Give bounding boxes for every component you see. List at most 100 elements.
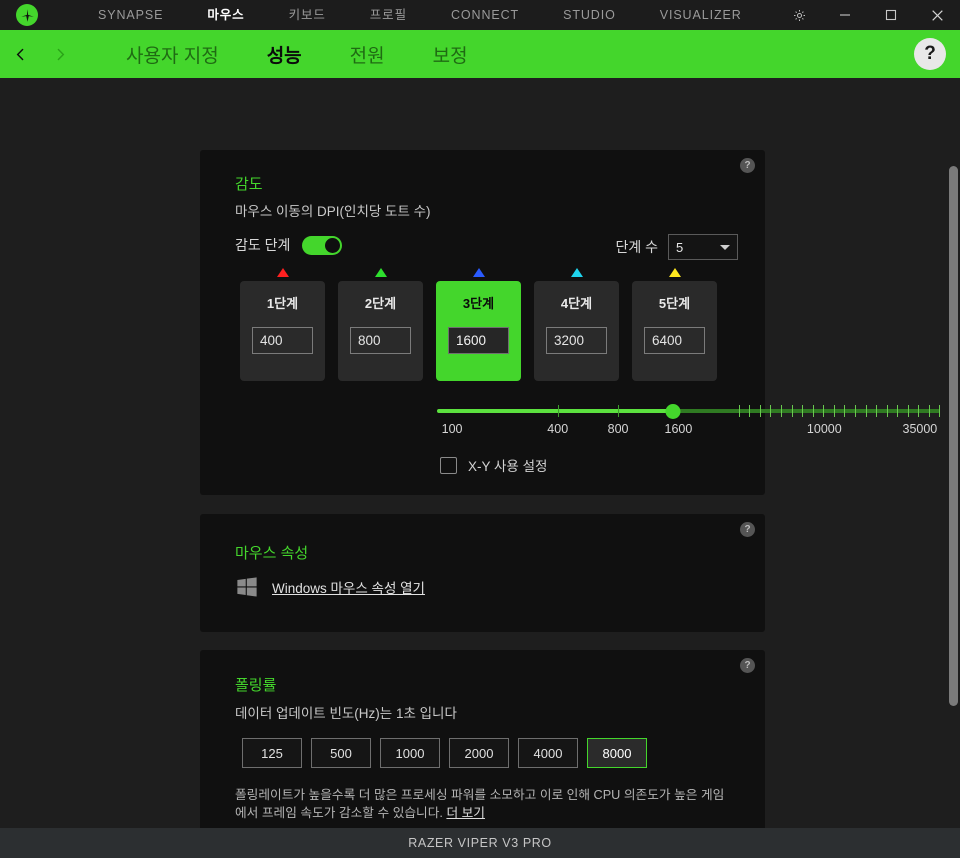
main-navigation: SYNAPSE 마우스 키보드 프로필 CONNECT STUDIO VISUA… (76, 0, 764, 30)
mouse-properties-help-icon[interactable]: ? (740, 522, 755, 537)
dpi-stage-card-3[interactable]: 3단계 1600 (436, 281, 521, 381)
dpi-slider-track[interactable] (437, 404, 940, 419)
polling-rate-title: 폴링률 (235, 677, 277, 694)
stage-count-label: 단계 수 (615, 239, 658, 255)
window-controls (776, 0, 960, 30)
nav-item-profile[interactable]: 프로필 (348, 0, 429, 30)
polling-rate-option-500[interactable]: 500 (311, 738, 371, 768)
help-button[interactable]: ? (914, 38, 946, 70)
dpi-stage-2: 2단계 800 (338, 268, 423, 381)
toggle-knob (325, 237, 341, 253)
mouse-properties-title: 마우스 속성 (235, 545, 309, 562)
dpi-slider-ticks (437, 405, 940, 417)
tab-power[interactable]: 전원 (326, 41, 409, 68)
polling-rate-panel: ? 폴링률 데이터 업데이트 빈도(Hz)는 1초 입니다 125 500 10… (200, 650, 765, 828)
sensitivity-help-icon[interactable]: ? (740, 158, 755, 173)
scrollbar-thumb[interactable] (949, 166, 958, 706)
nav-item-visualizer[interactable]: VISUALIZER (638, 0, 764, 30)
xy-sensitivity-checkbox[interactable] (440, 456, 457, 474)
chevron-left-icon[interactable] (0, 30, 40, 78)
dpi-stage-card-1[interactable]: 1단계 400 (240, 281, 325, 381)
dpi-slider-handle[interactable] (665, 404, 681, 419)
dpi-stage-1: 1단계 400 (240, 268, 325, 381)
dpi-stage-4: 4단계 3200 (534, 268, 619, 381)
device-tabs: 사용자 지정 성능 전원 보정 (102, 41, 492, 68)
dpi-stage-name: 5단계 (658, 296, 691, 311)
dpi-slider-labels: 100 400 800 1600 10000 35000 (437, 422, 940, 440)
dpi-stage-value-input[interactable]: 800 (350, 327, 411, 354)
sensitivity-subtitle: 마우스 이동의 DPI(인치당 도트 수) (235, 204, 431, 219)
nav-item-keyboard[interactable]: 키보드 (267, 0, 348, 30)
windows-mouse-properties-row[interactable]: Windows 마우스 속성 열기 (236, 576, 425, 598)
xy-sensitivity-checkbox-row[interactable]: X-Y 사용 설정 (440, 455, 547, 475)
dpi-slider-tick-label: 1600 (664, 422, 693, 436)
maximize-icon[interactable] (868, 0, 914, 30)
nav-item-connect[interactable]: CONNECT (429, 0, 541, 30)
polling-rate-note: 폴링레이트가 높을수록 더 많은 프로세싱 파워를 소모하고 이로 인해 CPU… (235, 786, 735, 823)
polling-rate-option-125[interactable]: 125 (242, 738, 302, 768)
sensitivity-stages-label: 감도 단계 (235, 237, 291, 253)
gear-icon[interactable] (776, 0, 822, 30)
tab-customize[interactable]: 사용자 지정 (102, 41, 243, 68)
dpi-stage-card-2[interactable]: 2단계 800 (338, 281, 423, 381)
polling-rate-option-4000[interactable]: 4000 (518, 738, 578, 768)
open-windows-mouse-properties-link[interactable]: Windows 마우스 속성 열기 (272, 577, 425, 597)
sensitivity-stages-toggle[interactable] (302, 235, 343, 255)
sensitivity-panel: ? 감도 마우스 이동의 DPI(인치당 도트 수) 감도 단계 단계 수 5 … (200, 150, 940, 495)
chevron-down-icon (720, 244, 730, 250)
content-scrollbar[interactable] (949, 78, 958, 828)
stage-count-row: 단계 수 5 (615, 234, 738, 260)
polling-rate-option-2000[interactable]: 2000 (449, 738, 509, 768)
polling-rate-help-icon[interactable]: ? (740, 658, 755, 673)
status-bar: RAZER VIPER V3 PRO (0, 828, 960, 858)
dpi-stage-name: 3단계 (462, 296, 495, 311)
xy-sensitivity-label: X-Y 사용 설정 (468, 459, 548, 474)
chevron-right-icon[interactable] (40, 30, 80, 78)
dpi-slider: 100 400 800 1600 10000 35000 (437, 404, 940, 440)
stage-marker-2-icon (374, 268, 387, 277)
dpi-stage-value-input[interactable]: 6400 (644, 327, 705, 354)
stage-marker-1-icon (276, 268, 289, 277)
dpi-stage-name: 1단계 (266, 296, 299, 311)
dpi-stage-value-input[interactable]: 1600 (448, 327, 509, 354)
polling-rate-more-link[interactable]: 더 보기 (446, 806, 485, 820)
nav-item-studio[interactable]: STUDIO (541, 0, 638, 30)
dpi-stage-name: 2단계 (364, 296, 397, 311)
nav-item-mouse[interactable]: 마우스 (185, 0, 266, 30)
dpi-slider-tick-label: 10000 (806, 422, 842, 436)
dpi-stage-3: 3단계 1600 (436, 268, 521, 381)
content-area: ? 감도 마우스 이동의 DPI(인치당 도트 수) 감도 단계 단계 수 5 … (0, 78, 960, 828)
dpi-slider-tick-label: 400 (547, 422, 569, 436)
title-bar: SYNAPSE 마우스 키보드 프로필 CONNECT STUDIO VISUA… (0, 0, 960, 30)
dpi-slider-tick-label: 800 (607, 422, 629, 436)
minimize-icon[interactable] (822, 0, 868, 30)
stage-count-select[interactable]: 5 (668, 234, 738, 260)
polling-rate-subtitle: 데이터 업데이트 빈도(Hz)는 1초 입니다 (235, 706, 457, 721)
dpi-slider-tick-label: 100 (441, 422, 463, 436)
dpi-stage-list: 1단계 400 2단계 800 3단계 1600 4단계 3200 5단계 64… (240, 268, 717, 381)
polling-rate-option-8000[interactable]: 8000 (587, 738, 647, 768)
stage-marker-5-icon (668, 268, 681, 277)
dpi-stage-value-input[interactable]: 3200 (546, 327, 607, 354)
stage-count-value: 5 (676, 239, 684, 255)
sensitivity-stages-toggle-row: 감도 단계 (235, 235, 343, 255)
dpi-stage-5: 5단계 6400 (632, 268, 717, 381)
dpi-stage-value-input[interactable]: 400 (252, 327, 313, 354)
stage-marker-3-icon (472, 268, 485, 277)
razer-logo-icon (16, 4, 38, 26)
connected-device-name: RAZER VIPER V3 PRO (408, 836, 552, 850)
windows-logo-icon (237, 577, 257, 597)
sensitivity-title: 감도 (235, 176, 263, 193)
nav-item-synapse[interactable]: SYNAPSE (76, 0, 185, 30)
dpi-slider-tick-label: 35000 (902, 422, 938, 436)
tab-calibration[interactable]: 보정 (409, 41, 492, 68)
close-icon[interactable] (914, 0, 960, 30)
dpi-stage-name: 4단계 (560, 296, 593, 311)
tab-performance[interactable]: 성능 (243, 41, 326, 68)
mouse-properties-panel: ? 마우스 속성 Windows 마우스 속성 열기 (200, 514, 765, 632)
polling-rate-option-1000[interactable]: 1000 (380, 738, 440, 768)
dpi-stage-card-4[interactable]: 4단계 3200 (534, 281, 619, 381)
sub-navigation-bar: 사용자 지정 성능 전원 보정 ? (0, 30, 960, 78)
polling-rate-options: 125 500 1000 2000 4000 8000 (242, 738, 647, 768)
dpi-stage-card-5[interactable]: 5단계 6400 (632, 281, 717, 381)
